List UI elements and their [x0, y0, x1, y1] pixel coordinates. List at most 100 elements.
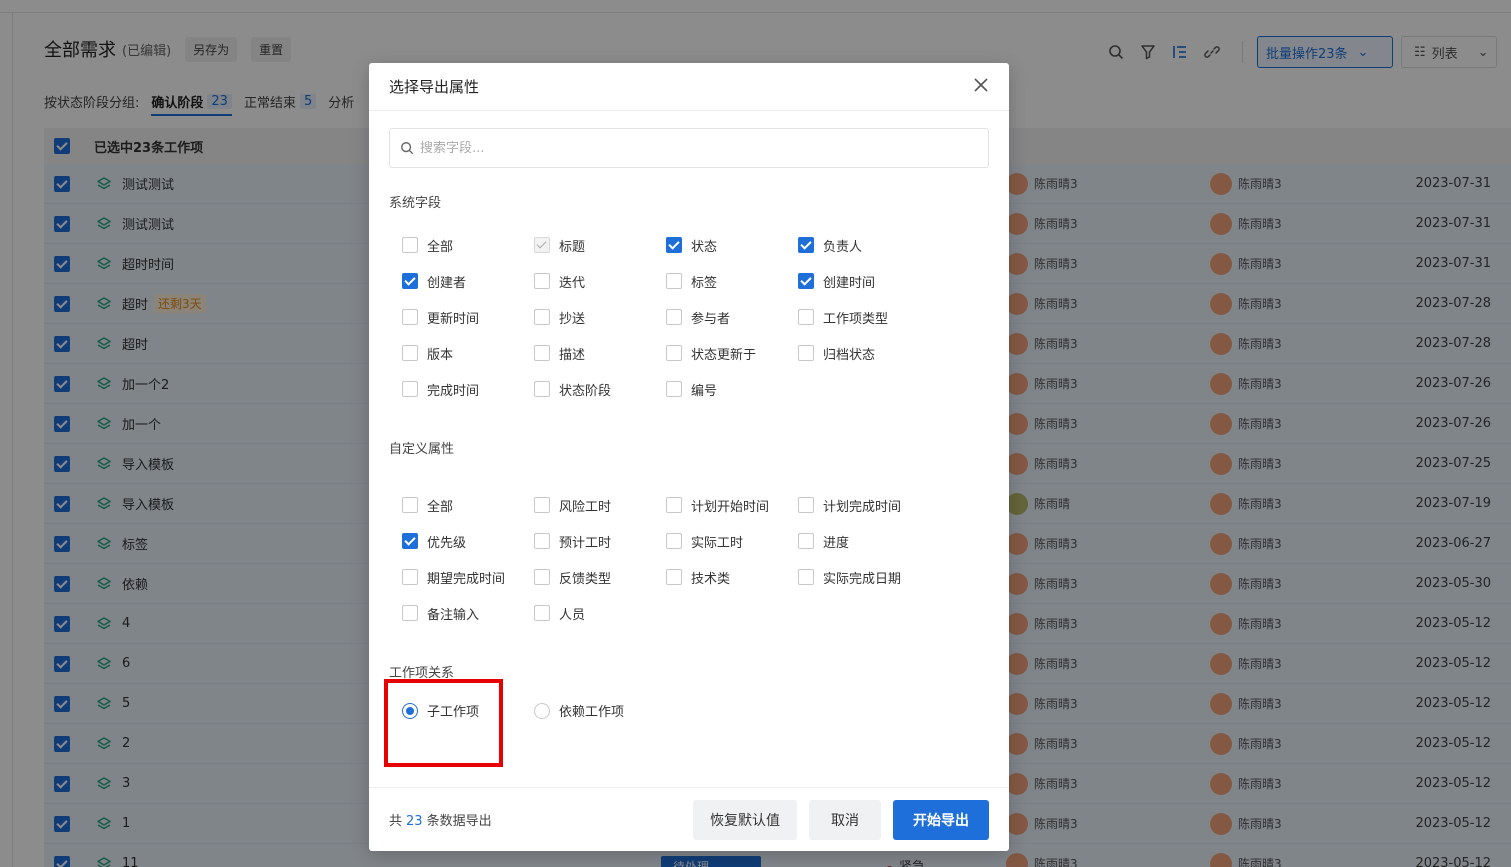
field-option[interactable]: 全部 — [402, 487, 534, 523]
field-option[interactable]: 实际完成日期 — [798, 559, 930, 595]
field-checkbox[interactable] — [402, 569, 418, 585]
field-label: 工作项类型 — [823, 311, 889, 327]
restore-default-button[interactable]: 恢复默认值 — [693, 800, 797, 840]
field-checkbox[interactable] — [666, 345, 682, 361]
field-checkbox[interactable] — [666, 273, 682, 289]
field-checkbox[interactable] — [402, 273, 418, 289]
field-checkbox[interactable] — [666, 237, 682, 253]
field-checkbox[interactable] — [402, 533, 418, 549]
field-checkbox[interactable] — [666, 497, 682, 513]
field-checkbox[interactable] — [402, 345, 418, 361]
field-label: 计划完成时间 — [823, 499, 902, 515]
field-checkbox[interactable] — [534, 345, 550, 361]
field-option[interactable]: 人员 — [534, 595, 666, 631]
field-option[interactable]: 编号 — [666, 371, 798, 407]
field-option[interactable]: 标题 — [534, 227, 666, 263]
field-checkbox[interactable] — [534, 309, 550, 325]
field-option[interactable]: 实际工时 — [666, 523, 798, 559]
close-icon[interactable] — [971, 75, 991, 95]
field-label: 备注输入 — [427, 607, 480, 623]
field-label: 全部 — [427, 239, 454, 255]
field-checkbox[interactable] — [798, 309, 814, 325]
annotation-highlight-box — [384, 679, 503, 767]
field-option[interactable]: 创建时间 — [798, 263, 930, 299]
field-option[interactable]: 状态 — [666, 227, 798, 263]
field-option[interactable]: 版本 — [402, 335, 534, 371]
field-checkbox[interactable] — [534, 273, 550, 289]
field-checkbox[interactable] — [798, 237, 814, 253]
field-option[interactable]: 优先级 — [402, 523, 534, 559]
field-label: 状态 — [691, 239, 718, 255]
field-label: 预计工时 — [559, 535, 612, 551]
field-checkbox[interactable] — [798, 345, 814, 361]
field-option[interactable]: 描述 — [534, 335, 666, 371]
field-label: 版本 — [427, 347, 454, 363]
field-option[interactable]: 迭代 — [534, 263, 666, 299]
field-search-input[interactable] — [420, 140, 960, 156]
field-checkbox[interactable] — [798, 497, 814, 513]
field-option[interactable]: 计划开始时间 — [666, 487, 798, 523]
field-checkbox[interactable] — [402, 309, 418, 325]
search-icon — [401, 142, 414, 155]
field-checkbox[interactable] — [402, 237, 418, 253]
field-checkbox[interactable] — [798, 569, 814, 585]
relation-label: 依赖工作项 — [559, 705, 625, 720]
field-checkbox[interactable] — [402, 497, 418, 513]
field-checkbox[interactable] — [666, 569, 682, 585]
system-fields-grid: 全部 标题 状态 负责人 创建者 迭代 标签 创建时间 更新时间 抄送 参与者 工作项类型 版本 描述 状态… — [402, 227, 962, 407]
field-option[interactable]: 归档状态 — [798, 335, 930, 371]
field-option[interactable]: 反馈类型 — [534, 559, 666, 595]
field-option[interactable]: 标签 — [666, 263, 798, 299]
field-option[interactable]: 状态阶段 — [534, 371, 666, 407]
export-count-prefix: 共 — [389, 814, 403, 829]
field-label: 参与者 — [691, 311, 731, 327]
field-option[interactable]: 技术类 — [666, 559, 798, 595]
cancel-button[interactable]: 取消 — [809, 800, 881, 840]
field-checkbox[interactable] — [534, 381, 550, 397]
field-label: 技术类 — [691, 571, 731, 587]
field-option[interactable]: 预计工时 — [534, 523, 666, 559]
dialog-footer: 共 23 条数据导出 恢复默认值 取消 开始导出 — [369, 787, 1009, 851]
field-checkbox[interactable] — [798, 533, 814, 549]
field-option[interactable]: 参与者 — [666, 299, 798, 335]
dialog-header: 选择导出属性 — [369, 63, 1009, 111]
field-label: 优先级 — [427, 535, 467, 551]
field-checkbox[interactable] — [402, 605, 418, 621]
field-label: 反馈类型 — [559, 571, 612, 587]
field-checkbox[interactable] — [402, 381, 418, 397]
field-search — [389, 128, 989, 168]
field-option[interactable]: 创建者 — [402, 263, 534, 299]
field-option[interactable]: 备注输入 — [402, 595, 534, 631]
field-checkbox[interactable] — [534, 605, 550, 621]
field-label: 计划开始时间 — [691, 499, 770, 515]
field-option[interactable]: 状态更新于 — [666, 335, 798, 371]
field-label: 编号 — [691, 383, 718, 399]
field-checkbox[interactable] — [798, 273, 814, 289]
field-checkbox[interactable] — [534, 533, 550, 549]
field-option[interactable]: 期望完成时间 — [402, 559, 534, 595]
field-option[interactable]: 全部 — [402, 227, 534, 263]
field-option[interactable]: 完成时间 — [402, 371, 534, 407]
field-option[interactable]: 进度 — [798, 523, 930, 559]
field-option[interactable]: 抄送 — [534, 299, 666, 335]
field-label: 期望完成时间 — [427, 571, 506, 587]
field-label: 负责人 — [823, 239, 863, 255]
field-label: 风险工时 — [559, 499, 612, 515]
field-option[interactable]: 计划完成时间 — [798, 487, 930, 523]
field-label: 抄送 — [559, 311, 586, 327]
field-checkbox[interactable] — [534, 497, 550, 513]
field-option[interactable]: 风险工时 — [534, 487, 666, 523]
field-checkbox[interactable] — [666, 309, 682, 325]
field-checkbox[interactable] — [666, 381, 682, 397]
relation-option[interactable]: 依赖工作项 — [534, 701, 666, 720]
field-checkbox[interactable] — [666, 533, 682, 549]
field-label: 描述 — [559, 347, 586, 363]
field-checkbox[interactable] — [534, 569, 550, 585]
field-option[interactable]: 工作项类型 — [798, 299, 930, 335]
start-export-button[interactable]: 开始导出 — [893, 800, 989, 840]
custom-fields-title: 自定义属性 — [389, 442, 455, 457]
field-option[interactable]: 更新时间 — [402, 299, 534, 335]
field-label: 标题 — [559, 239, 586, 255]
relation-radio[interactable] — [534, 702, 550, 719]
field-option[interactable]: 负责人 — [798, 227, 930, 263]
